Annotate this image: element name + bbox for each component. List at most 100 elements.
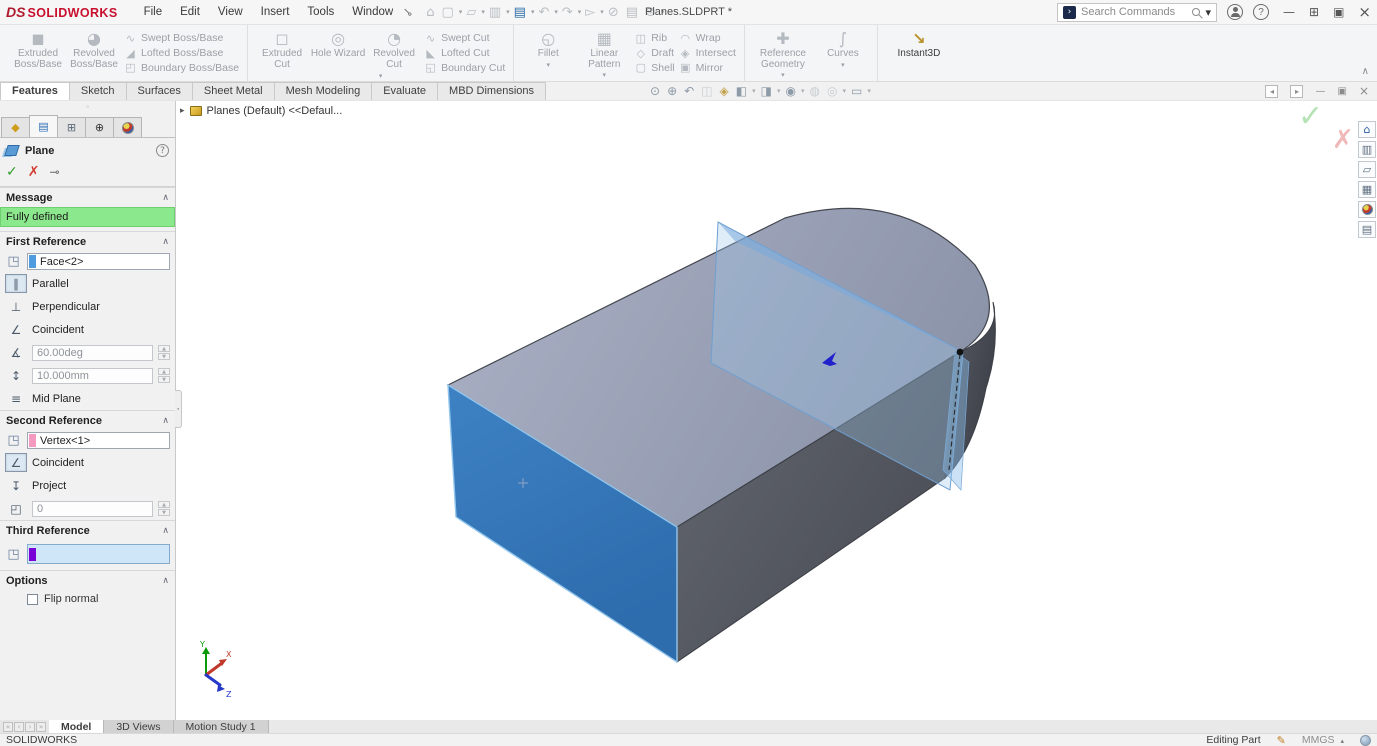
first-reference-header[interactable]: First Reference ∧ (0, 231, 175, 251)
file-properties-button[interactable]: ▤ (623, 3, 641, 22)
redo-button[interactable]: ↷ (559, 3, 576, 22)
tab-sheet-metal[interactable]: Sheet Metal (192, 82, 275, 100)
save-caret-icon[interactable]: ▾ (506, 8, 510, 16)
curves-button[interactable]: ∫ Curves ▾ (815, 27, 871, 79)
tab-mesh-modeling[interactable]: Mesh Modeling (274, 82, 373, 100)
propertymanager-tab[interactable]: ▤ (29, 115, 58, 137)
tab-nav-first-icon[interactable]: « (3, 722, 13, 732)
menu-file[interactable]: File (136, 3, 171, 21)
intersect-button[interactable]: ◈ Intersect (679, 46, 736, 61)
pm-pin-button[interactable]: ⊸ (49, 165, 59, 179)
offset-input[interactable]: 0 (32, 501, 153, 517)
swept-boss-base-button[interactable]: ∿ Swept Boss/Base (124, 31, 239, 46)
angle-spinner[interactable]: ▲▼ (158, 345, 170, 360)
message-section-header[interactable]: Message ∧ (0, 187, 175, 207)
taskpane-custom-properties-icon[interactable]: ▤ (1358, 221, 1376, 238)
coincident-second-button[interactable]: ∠ (5, 453, 27, 472)
coincident-button[interactable]: ∠ (5, 320, 27, 339)
display-style-caret-icon[interactable]: ▾ (777, 87, 781, 95)
menu-insert[interactable]: Insert (253, 3, 298, 21)
featuremanager-tree-tab[interactable]: ◆ (1, 117, 30, 137)
help-icon[interactable]: ? (1253, 4, 1269, 20)
status-units[interactable]: MMGS (1302, 734, 1335, 746)
swept-cut-button[interactable]: ∿ Swept Cut (424, 31, 505, 46)
apply-scene-icon[interactable]: ◎ (825, 84, 839, 98)
lofted-cut-button[interactable]: ◣ Lofted Cut (424, 46, 505, 61)
undo-button[interactable]: ↶ (535, 3, 552, 22)
attach-button[interactable]: ⊘ (605, 3, 622, 22)
search-caret-icon[interactable]: ▾ (1205, 6, 1211, 19)
print-caret-icon[interactable]: ▾ (531, 8, 535, 16)
hole-wizard-button[interactable]: ◎ Hole Wizard (310, 27, 366, 79)
tab-model[interactable]: Model (49, 720, 104, 733)
selected-vertex[interactable] (957, 349, 964, 356)
menu-window[interactable]: Window (344, 3, 401, 21)
realview-icon[interactable]: ◈ (718, 84, 731, 98)
boundary-cut-button[interactable]: ◱ Boundary Cut (424, 60, 505, 75)
first-reference-collapse-icon[interactable]: ∧ (162, 237, 169, 247)
doc-dock-right-icon[interactable]: ▸ (1290, 85, 1303, 98)
orientation-caret-icon[interactable]: ▾ (752, 87, 756, 95)
open-caret-icon[interactable]: ▾ (481, 8, 485, 16)
hide-show-items-icon[interactable]: ◉ (783, 84, 797, 98)
tab-nav-next-icon[interactable]: › (25, 722, 35, 732)
window-close-button[interactable]: × (1358, 3, 1371, 21)
flip-normal-checkbox[interactable] (27, 594, 38, 605)
taskpane-appearances-icon[interactable] (1358, 201, 1376, 218)
extruded-cut-button[interactable]: ◻ Extruded Cut (254, 27, 310, 79)
select-button[interactable]: ▻ (582, 3, 598, 22)
doc-minimize-icon[interactable]: — (1315, 86, 1325, 97)
window-span-button[interactable]: ⊞ (1309, 5, 1319, 19)
view-settings-icon[interactable]: ▭ (849, 84, 864, 98)
rib-button[interactable]: ◫ Rib (634, 31, 674, 46)
wrap-button[interactable]: ◠ Wrap (679, 31, 736, 46)
doc-restore-icon[interactable]: ▣ (1337, 86, 1346, 97)
search-input[interactable]: Search Commands (1081, 6, 1187, 18)
menu-tools[interactable]: Tools (299, 3, 342, 21)
cut-group-caret-icon[interactable]: ▾ (379, 72, 383, 80)
menu-pin-icon[interactable]: ⊸ (400, 3, 417, 20)
tab-nav-last-icon[interactable]: » (36, 722, 46, 732)
feature-tree-root[interactable]: ▸ Planes (Default) <<Defaul... (180, 105, 342, 117)
home-button[interactable]: ⌂ (423, 3, 437, 22)
draft-button[interactable]: ◇ Draft (634, 46, 674, 61)
graphics-viewport[interactable]: ▸ Planes (Default) <<Defaul... ✓ ✗ ⌂ ▥ ▱… (176, 101, 1377, 720)
reference-geometry-button[interactable]: ✚ Reference Geometry ▾ (751, 27, 815, 79)
search-commands-box[interactable]: › Search Commands ▾ (1057, 3, 1217, 22)
options-header[interactable]: Options ∧ (0, 570, 175, 590)
second-reference-collapse-icon[interactable]: ∧ (162, 416, 169, 426)
display-style-icon[interactable]: ◨ (759, 84, 774, 98)
taskpane-view-palette-icon[interactable]: ▦ (1358, 181, 1376, 198)
second-reference-selection-field[interactable]: Vertex<1> (27, 432, 170, 449)
window-restore-button[interactable]: ▣ (1333, 5, 1344, 19)
view-orientation-icon[interactable]: ◧ (734, 84, 749, 98)
pm-help-icon[interactable]: ? (156, 144, 169, 157)
mirror-button[interactable]: ▣ Mirror (679, 60, 736, 75)
fillet-button[interactable]: ◵ Fillet ▾ (520, 27, 576, 79)
tree-expand-icon[interactable]: ▸ (180, 106, 185, 116)
pm-cancel-button[interactable]: ✗ (28, 164, 40, 180)
tab-evaluate[interactable]: Evaluate (371, 82, 438, 100)
tab-sketch[interactable]: Sketch (69, 82, 127, 100)
instant3d-button[interactable]: ↘ Instant3D (884, 27, 954, 79)
new-document-button[interactable]: ▢ (439, 3, 457, 22)
doc-dock-left-icon[interactable]: ◂ (1265, 85, 1278, 98)
search-icon[interactable] (1192, 8, 1200, 16)
confirmation-corner-cancel-icon[interactable]: ✗ (1332, 125, 1354, 155)
menu-view[interactable]: View (210, 3, 251, 21)
previous-view-icon[interactable]: ↶ (682, 84, 696, 98)
units-caret-icon[interactable]: ▴ (1340, 737, 1344, 745)
print-button[interactable]: ▤ (511, 3, 529, 22)
revolved-cut-button[interactable]: ◔ Revolved Cut (366, 27, 422, 79)
distance-spinner[interactable]: ▲▼ (158, 368, 170, 383)
dimxpertmanager-tab[interactable]: ⊕ (85, 117, 114, 137)
taskpane-home-icon[interactable]: ⌂ (1358, 121, 1376, 138)
distance-input[interactable]: 10.000mm (32, 368, 153, 384)
hide-show-caret-icon[interactable]: ▾ (801, 87, 805, 95)
linear-pattern-caret-icon[interactable]: ▾ (603, 71, 607, 79)
zoom-area-icon[interactable]: ⊕ (665, 84, 679, 98)
doc-close-icon[interactable]: × (1359, 84, 1369, 98)
third-reference-collapse-icon[interactable]: ∧ (162, 526, 169, 536)
open-button[interactable]: ▱ (463, 3, 479, 22)
tab-surfaces[interactable]: Surfaces (126, 82, 193, 100)
